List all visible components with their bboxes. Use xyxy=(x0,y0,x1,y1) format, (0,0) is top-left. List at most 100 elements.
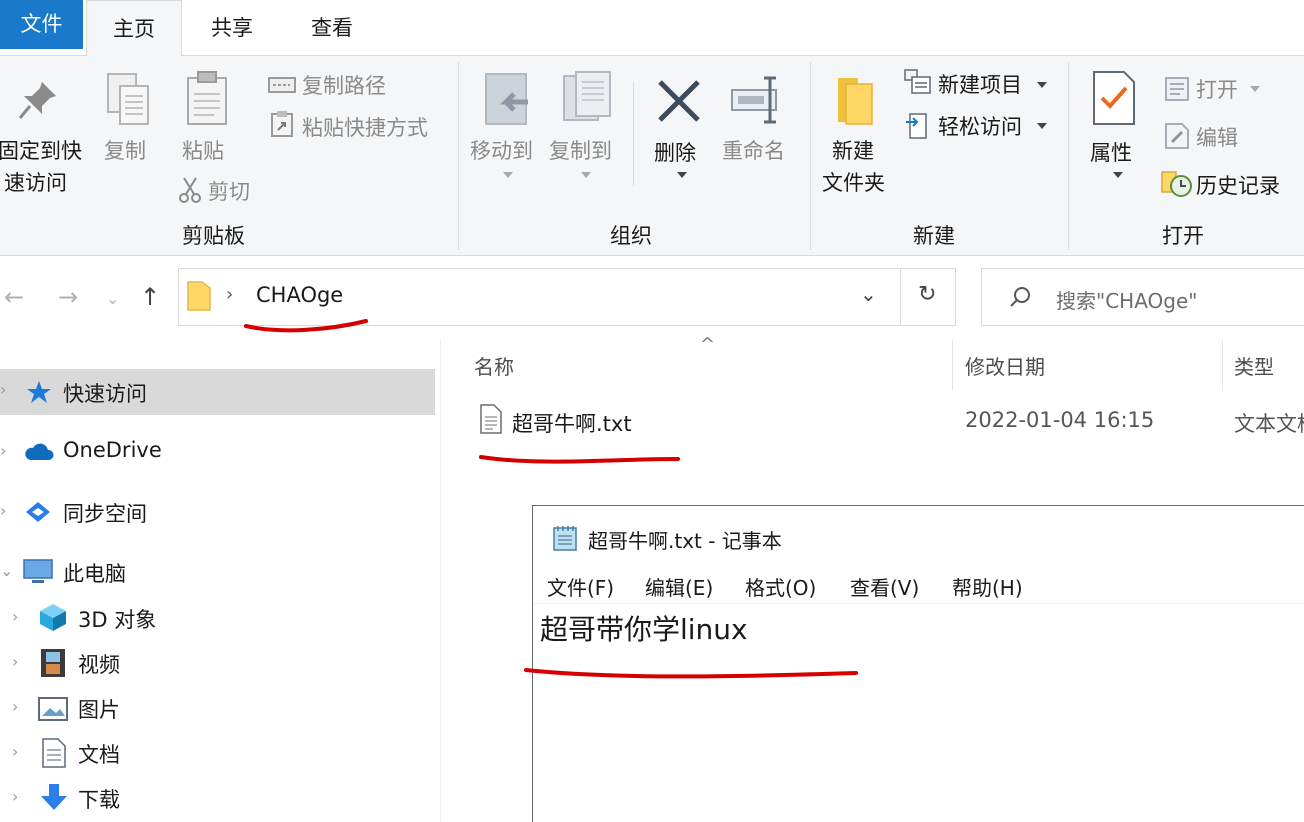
nav-label-videos: 视频 xyxy=(78,653,120,677)
delete-label: 删除 xyxy=(654,141,696,165)
pin-label-line1: 固定到快 xyxy=(0,139,82,163)
expand-chevron-icon[interactable]: › xyxy=(12,697,18,716)
notepad-text-content[interactable]: 超哥带你学linux xyxy=(540,608,748,648)
menu-view[interactable]: 查看(V) xyxy=(850,572,919,601)
nav-label-pictures: 图片 xyxy=(78,698,120,722)
expand-chevron-icon[interactable]: › xyxy=(12,787,18,806)
copy-label: 复制 xyxy=(104,139,146,163)
paste-shortcut-label: 粘贴快捷方式 xyxy=(302,116,428,140)
expand-chevron-icon[interactable]: › xyxy=(0,501,6,520)
move-to-dropdown-icon xyxy=(503,172,513,178)
expand-chevron-icon[interactable]: › xyxy=(12,652,18,671)
column-separator[interactable] xyxy=(952,340,953,390)
breadcrumb-current-folder[interactable]: CHAOge xyxy=(256,283,343,307)
move-to-icon xyxy=(485,73,528,125)
picture-icon xyxy=(38,697,68,721)
pin-label-line2: 速访问 xyxy=(4,171,67,195)
forward-arrow-icon[interactable]: → xyxy=(58,283,78,311)
back-arrow-icon[interactable]: ← xyxy=(4,283,24,311)
film-icon xyxy=(41,649,65,677)
new-folder-icon xyxy=(838,78,873,125)
move-to-label: 移动到 xyxy=(470,139,533,163)
group-divider xyxy=(1068,62,1069,250)
menu-help[interactable]: 帮助(H) xyxy=(952,572,1023,601)
rename-icon xyxy=(731,76,777,124)
breadcrumb-separator-icon: › xyxy=(226,284,234,305)
document-icon xyxy=(42,738,66,768)
column-header-type[interactable]: 类型 xyxy=(1234,351,1274,380)
expand-chevron-icon[interactable]: › xyxy=(0,441,6,460)
organize-inner-divider xyxy=(633,82,634,186)
delete-dropdown-icon xyxy=(677,172,687,178)
menu-file[interactable]: 文件(F) xyxy=(547,572,614,601)
history-label: 历史记录 xyxy=(1196,174,1280,198)
group-divider xyxy=(458,62,459,250)
download-arrow-icon xyxy=(41,784,67,810)
easy-access-icon xyxy=(906,113,927,139)
organize-group-label: 组织 xyxy=(610,224,652,248)
expand-chevron-icon[interactable]: › xyxy=(0,380,6,399)
open-dropdown-icon xyxy=(1250,86,1260,92)
search-placeholder: 搜索"CHAOge" xyxy=(1056,289,1198,313)
nav-label-this-pc: 此电脑 xyxy=(63,562,126,586)
copy-to-dropdown-icon xyxy=(581,172,591,178)
tab-share[interactable]: 共享 xyxy=(186,0,278,56)
scissors-icon xyxy=(179,177,201,203)
column-header-modified[interactable]: 修改日期 xyxy=(965,351,1045,380)
nav-label-quick-access: 快速访问 xyxy=(63,382,147,406)
refresh-icon[interactable]: ↻ xyxy=(918,282,936,307)
copy-to-label: 复制到 xyxy=(549,139,612,163)
pane-divider xyxy=(440,339,441,822)
expand-chevron-icon[interactable]: › xyxy=(12,742,18,761)
easy-access-label: 轻松访问 xyxy=(938,115,1022,139)
new-item-icon xyxy=(904,69,931,94)
rename-label: 重命名 xyxy=(722,139,785,163)
nav-label-3d-objects: 3D 对象 xyxy=(78,608,157,632)
copy-path-label: 复制路径 xyxy=(302,74,386,98)
folder-icon xyxy=(187,281,211,311)
menu-format[interactable]: 格式(O) xyxy=(745,572,816,601)
address-dropdown-chevron-icon[interactable]: ⌄ xyxy=(860,282,877,306)
column-header-name[interactable]: 名称 xyxy=(474,351,514,380)
new-folder-label-line2: 文件夹 xyxy=(822,171,885,195)
copy-icon xyxy=(107,73,149,125)
new-item-dropdown-icon xyxy=(1037,82,1047,88)
expand-chevron-icon[interactable]: › xyxy=(12,607,18,626)
clipboard-group-label: 剪贴板 xyxy=(182,224,245,248)
file-modified-date: 2022-01-04 16:15 xyxy=(965,408,1155,432)
notepad-title: 超哥牛啊.txt - 记事本 xyxy=(588,529,782,553)
open-label: 打开 xyxy=(1196,78,1238,102)
group-divider xyxy=(810,62,811,250)
file-type: 文本文档 xyxy=(1234,412,1304,436)
text-file-icon xyxy=(480,404,502,434)
recent-locations-chevron-icon[interactable]: ⌄ xyxy=(106,289,119,308)
expand-chevron-icon[interactable]: ⌄ xyxy=(0,561,13,580)
edit-label: 编辑 xyxy=(1196,126,1238,150)
copy-path-icon xyxy=(268,77,296,93)
open-icon xyxy=(1165,77,1189,101)
open-group-label: 打开 xyxy=(1162,224,1204,248)
new-item-label: 新建项目 xyxy=(938,73,1022,97)
column-separator[interactable] xyxy=(1222,340,1223,390)
menu-edit[interactable]: 编辑(E) xyxy=(645,572,713,601)
edit-icon xyxy=(1165,123,1189,149)
address-divider xyxy=(900,268,901,326)
cube-3d-icon xyxy=(40,604,66,631)
tab-view[interactable]: 查看 xyxy=(286,0,378,56)
notepad-icon xyxy=(553,526,577,551)
tab-file[interactable]: 文件 xyxy=(0,0,83,49)
easy-access-dropdown-icon xyxy=(1037,123,1047,129)
history-icon xyxy=(1161,171,1192,197)
cut-label: 剪切 xyxy=(208,180,250,204)
onedrive-cloud-icon xyxy=(25,443,54,460)
nav-label-downloads: 下载 xyxy=(78,788,120,812)
paste-icon xyxy=(187,71,227,125)
new-group-label: 新建 xyxy=(913,224,955,248)
underline-filename xyxy=(479,455,680,464)
up-arrow-icon[interactable]: ↑ xyxy=(140,283,160,311)
tab-home[interactable]: 主页 xyxy=(86,0,182,57)
menubar-divider xyxy=(533,603,1304,604)
file-name[interactable]: 超哥牛啊.txt xyxy=(512,408,632,438)
ribbon-tabbar: 文件 主页 共享 查看 xyxy=(0,0,1304,57)
computer-icon xyxy=(23,559,53,583)
